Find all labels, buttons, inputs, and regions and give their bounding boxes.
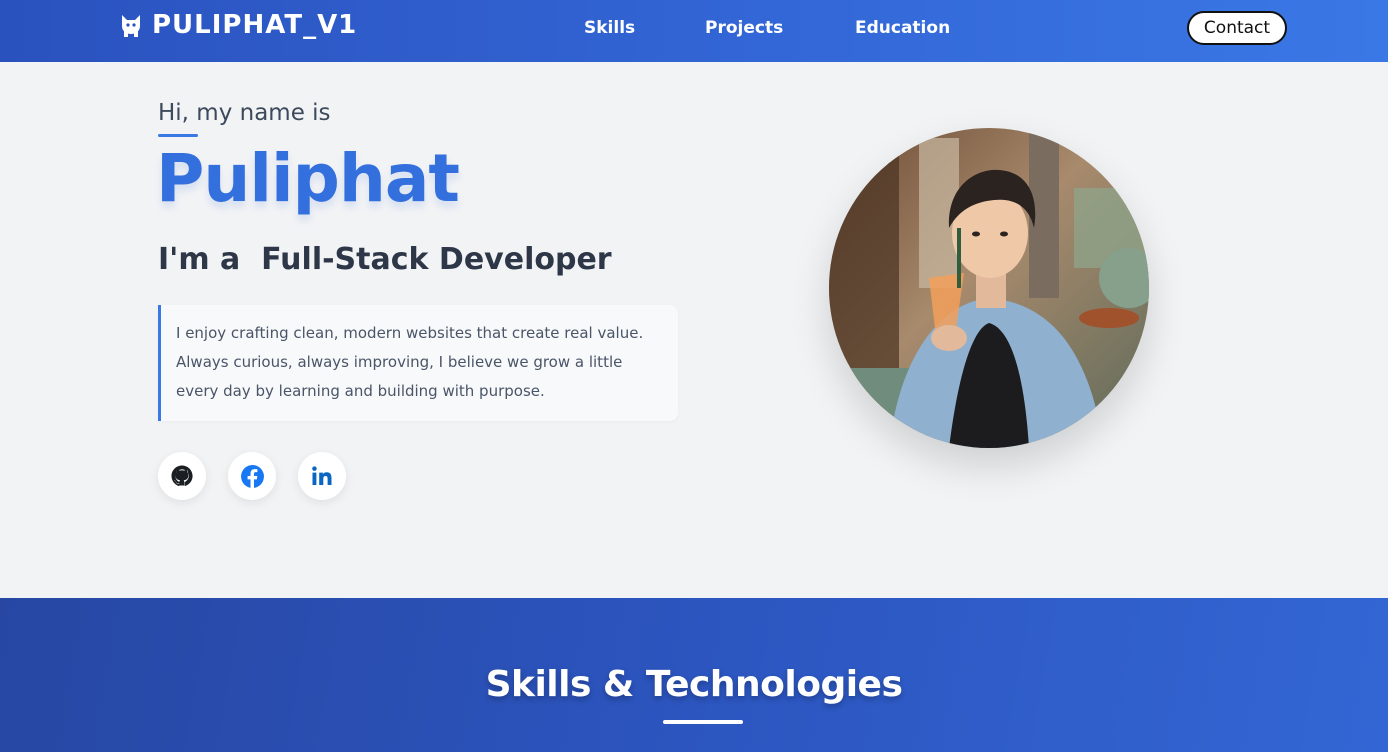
hero-section: Hi, my name is Puliphat I'm a Full-Stack… xyxy=(0,62,1388,598)
skills-section: Skills & Technologies xyxy=(0,598,1388,752)
profile-photo xyxy=(829,128,1149,448)
skills-title-underline xyxy=(663,720,743,724)
navbar: PULIPHAT_V1 Skills Projects Education Co… xyxy=(0,0,1388,62)
hero-role: I'm a Full-Stack Developer xyxy=(158,242,612,277)
nav-link-projects[interactable]: Projects xyxy=(705,18,783,38)
brand-name: PULIPHAT_V1 xyxy=(152,10,358,40)
github-link[interactable] xyxy=(158,452,206,500)
hero-name: Puliphat xyxy=(156,140,460,217)
contact-button[interactable]: Contact xyxy=(1187,11,1287,45)
greeting-underline xyxy=(158,134,198,137)
linkedin-icon xyxy=(312,466,332,485)
bio-box: I enjoy crafting clean, modern websites … xyxy=(158,305,678,421)
social-links xyxy=(158,452,346,500)
cat-icon xyxy=(122,15,140,37)
brand-logo[interactable]: PULIPHAT_V1 xyxy=(118,10,357,40)
nav-link-skills[interactable]: Skills xyxy=(584,18,635,38)
nav-link-education[interactable]: Education xyxy=(855,18,950,38)
facebook-icon xyxy=(240,464,264,488)
linkedin-link[interactable] xyxy=(298,452,346,500)
skills-title: Skills & Technologies xyxy=(485,664,903,705)
greeting-text: Hi, my name is xyxy=(158,100,331,126)
facebook-link[interactable] xyxy=(228,452,276,500)
bio-text: I enjoy crafting clean, modern websites … xyxy=(176,324,644,400)
profile-photo-illustration xyxy=(829,128,1149,448)
github-icon xyxy=(171,465,193,487)
